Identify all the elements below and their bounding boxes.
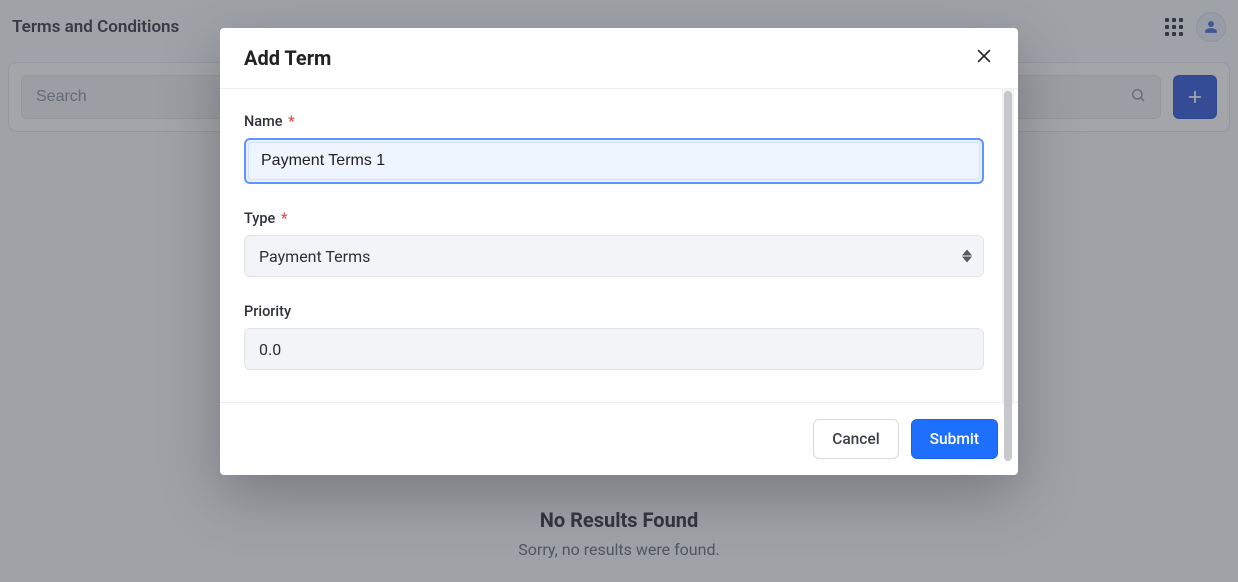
modal-body: Name * Type * Payment Terms [220,89,1018,402]
required-mark: * [281,210,288,227]
submit-button[interactable]: Submit [911,419,998,459]
type-label-text: Type [244,210,275,227]
close-button[interactable] [974,46,994,70]
name-label-text: Name [244,113,283,130]
modal-title: Add Term [244,46,331,70]
submit-label: Submit [930,430,979,448]
priority-label: Priority [244,303,984,320]
cancel-label: Cancel [832,430,879,448]
chevron-sort-icon [962,250,972,263]
scrollbar[interactable] [1002,89,1014,402]
type-label: Type * [244,210,984,227]
type-select-value: Payment Terms [244,235,984,277]
name-label: Name * [244,113,984,130]
close-icon [974,46,994,66]
name-input-focus-ring [244,138,984,184]
add-term-modal: Add Term Name * Type * Pay [220,28,1018,475]
modal-footer: Cancel Submit [220,402,1018,475]
field-name: Name * [244,113,984,184]
priority-value: 0.0 [259,340,281,359]
modal-header: Add Term [220,28,1018,89]
cancel-button[interactable]: Cancel [813,419,898,459]
required-mark: * [288,113,295,130]
priority-input[interactable]: 0.0 [244,328,984,370]
field-priority: Priority 0.0 [244,303,984,370]
name-input[interactable] [261,152,967,170]
field-type: Type * Payment Terms [244,210,984,277]
type-select[interactable]: Payment Terms [244,235,984,277]
